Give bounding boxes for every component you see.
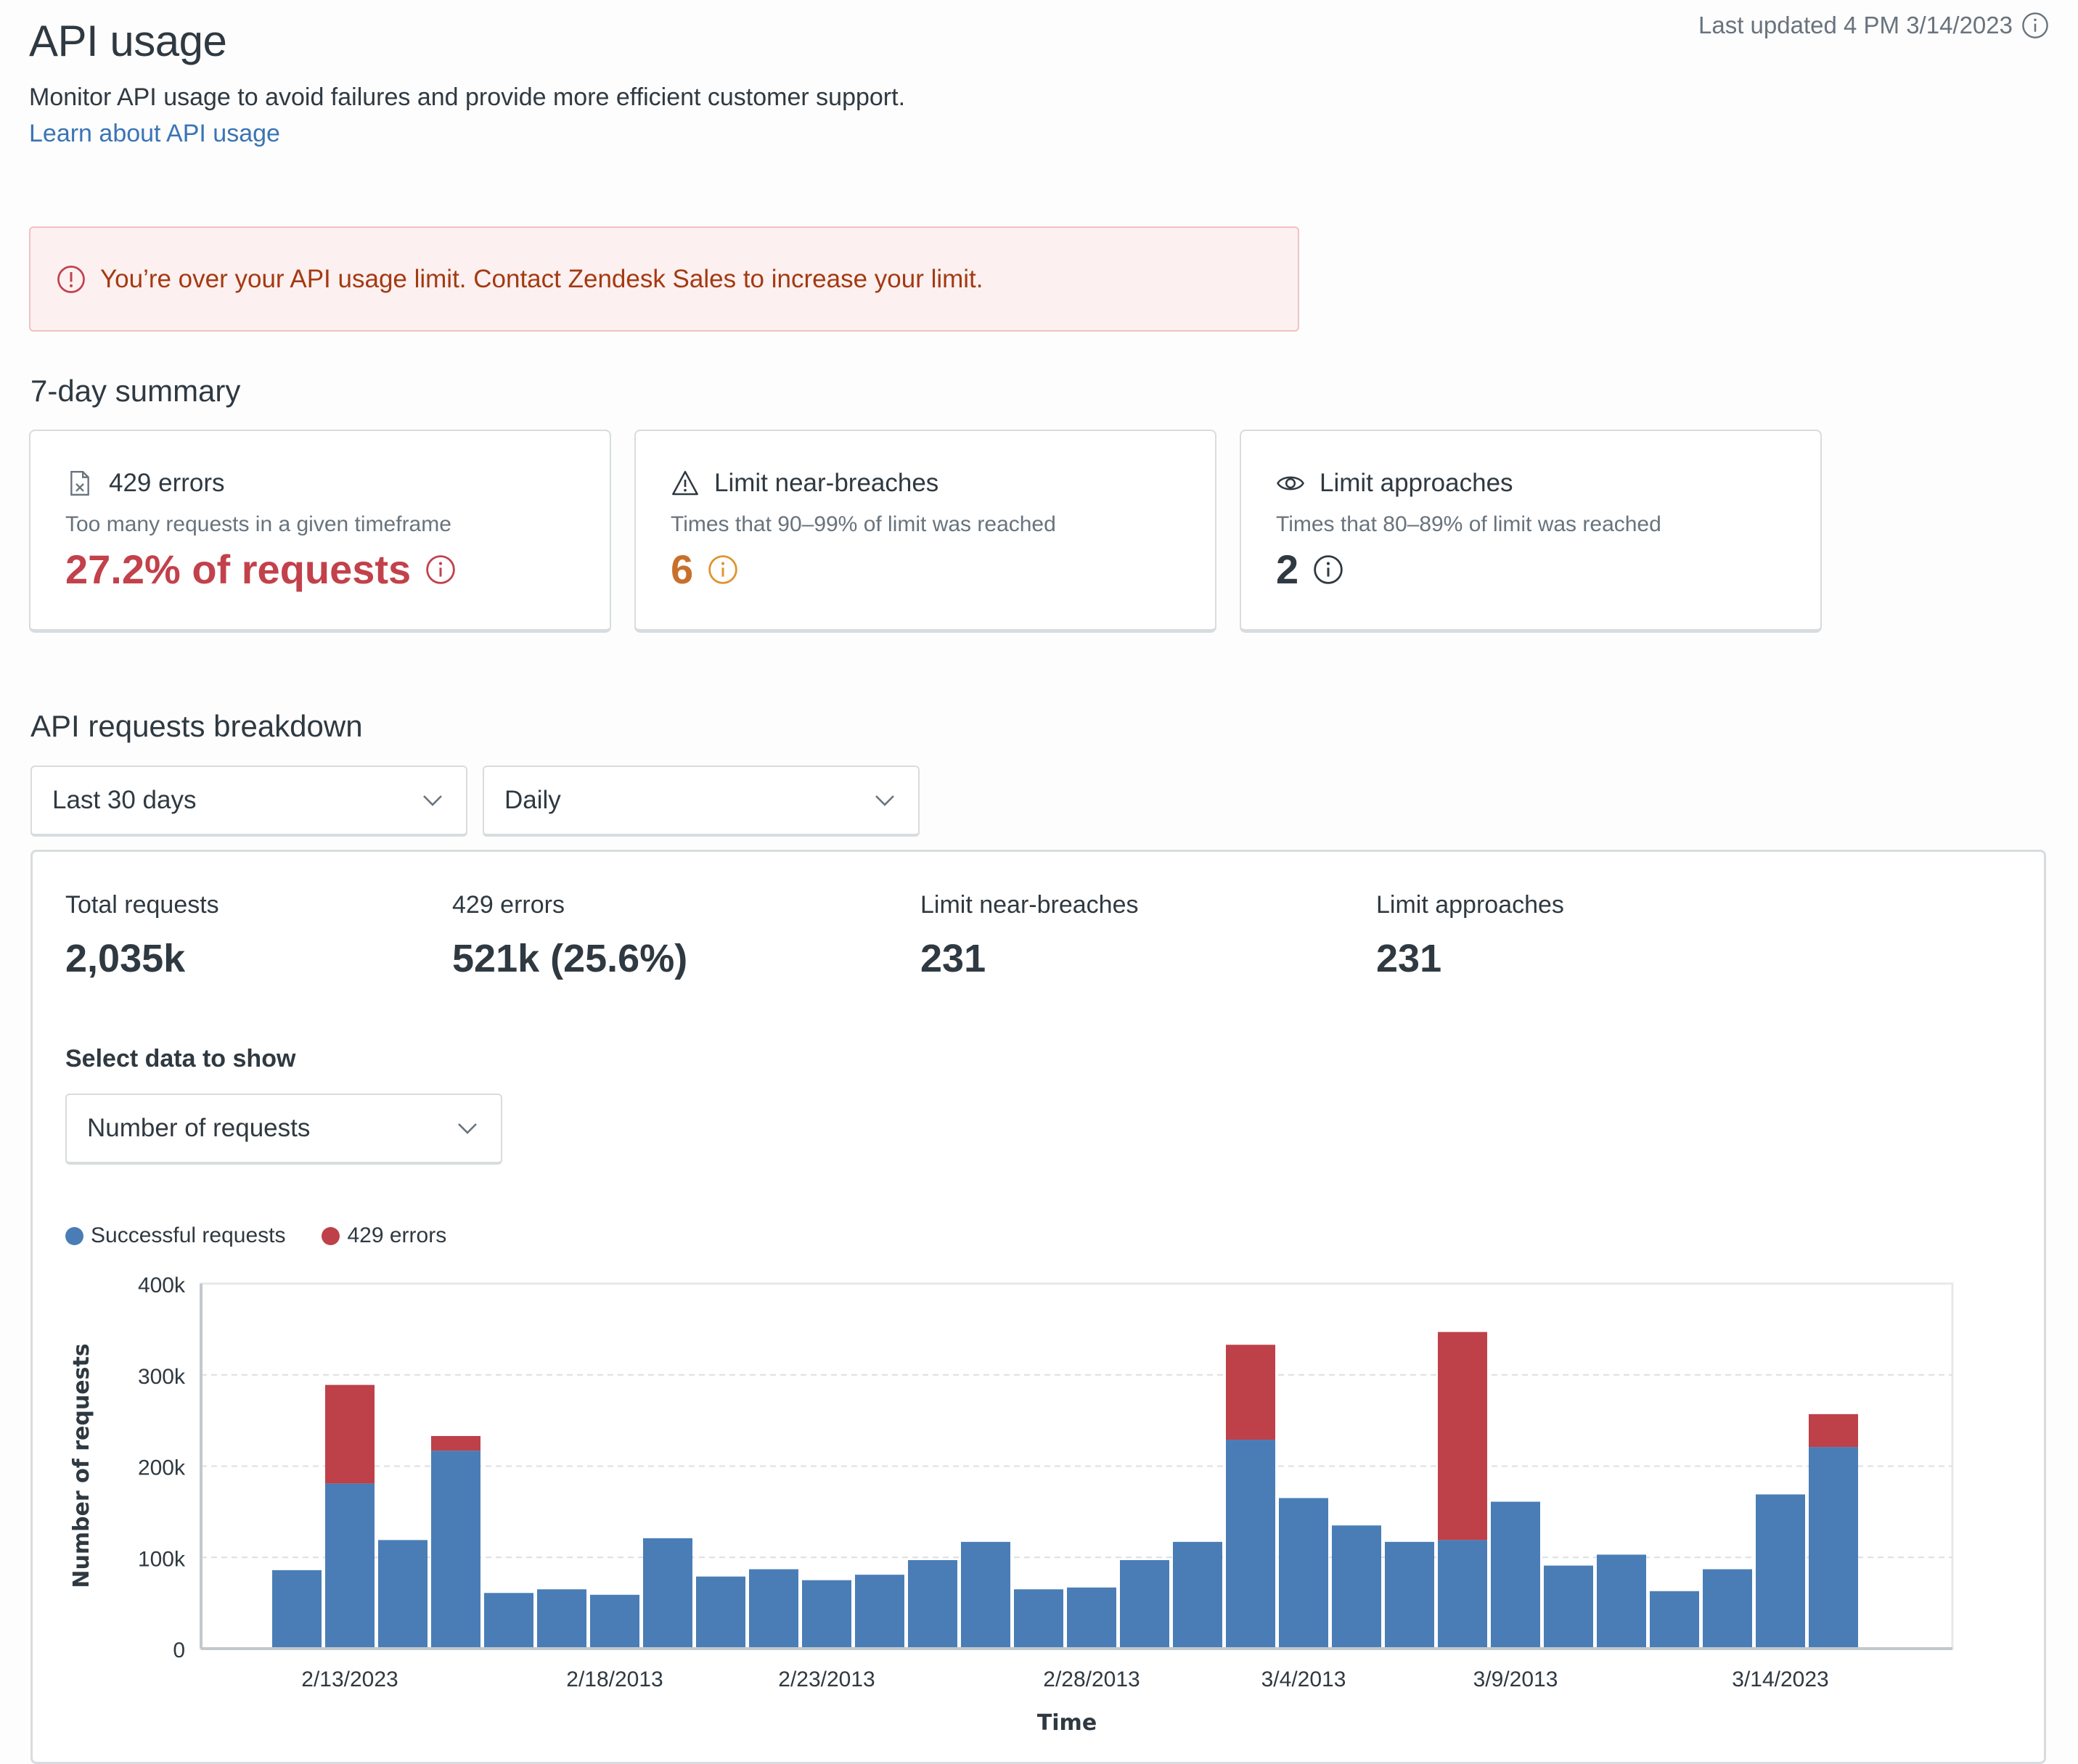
- bar-429-errors: [325, 1384, 375, 1484]
- x-axis-title: Time: [1037, 1710, 1097, 1736]
- bar-successful-requests: [1226, 1440, 1275, 1649]
- bar-successful-requests: [696, 1576, 745, 1649]
- bar-successful-requests: [1809, 1447, 1858, 1649]
- bar-successful-requests: [1438, 1540, 1487, 1649]
- bar-successful-requests: [855, 1575, 904, 1649]
- x-tick-label: 3/14/2023: [1732, 1667, 1828, 1691]
- bar-successful-requests: [1756, 1494, 1805, 1649]
- bar-successful-requests: [1650, 1591, 1699, 1649]
- y-tick-label: 100k: [138, 1547, 186, 1571]
- bar-429-errors: [1438, 1332, 1487, 1541]
- x-tick-label: 3/9/2013: [1473, 1667, 1558, 1691]
- bar-successful-requests: [749, 1569, 798, 1649]
- bar-successful-requests: [537, 1589, 586, 1649]
- bar-successful-requests: [802, 1580, 851, 1649]
- y-axis-title: Number of requests: [69, 1343, 94, 1588]
- bar-successful-requests: [961, 1541, 1010, 1649]
- x-tick-label: 2/28/2013: [1043, 1667, 1140, 1691]
- x-tick-label: 2/13/2023: [301, 1667, 398, 1691]
- bar-successful-requests: [1597, 1554, 1646, 1649]
- bar-successful-requests: [1014, 1589, 1063, 1649]
- bar-successful-requests: [1120, 1560, 1169, 1649]
- y-tick-label: 400k: [138, 1273, 186, 1297]
- bar-successful-requests: [1332, 1525, 1381, 1649]
- bar-successful-requests: [1279, 1498, 1328, 1649]
- y-tick-label: 200k: [138, 1456, 186, 1480]
- bar-successful-requests: [378, 1540, 428, 1649]
- bar-successful-requests: [1491, 1501, 1540, 1649]
- bar-successful-requests: [1703, 1569, 1752, 1649]
- bar-successful-requests: [1385, 1541, 1434, 1649]
- bar-successful-requests: [431, 1451, 480, 1649]
- bar-successful-requests: [1544, 1565, 1593, 1649]
- bar-successful-requests: [484, 1593, 533, 1649]
- bar-successful-requests: [643, 1538, 692, 1649]
- bar-429-errors: [431, 1436, 480, 1451]
- bar-successful-requests: [1067, 1587, 1116, 1649]
- bar-successful-requests: [272, 1570, 322, 1649]
- bar-successful-requests: [908, 1560, 957, 1649]
- bar-successful-requests: [590, 1594, 639, 1649]
- bar-successful-requests: [325, 1483, 375, 1649]
- x-tick-label: 3/4/2013: [1261, 1667, 1346, 1691]
- x-tick-label: 2/23/2013: [778, 1667, 875, 1691]
- y-tick-label: 0: [173, 1638, 185, 1662]
- bar-429-errors: [1226, 1345, 1275, 1440]
- x-tick-label: 2/18/2013: [566, 1667, 663, 1691]
- requests-bar-chart: 0 100k 200k 300k 400k 2/13/2023 2/18/2013 2/23/…: [69, 1273, 1954, 1736]
- bar-429-errors: [1809, 1414, 1858, 1448]
- y-tick-label: 300k: [138, 1365, 186, 1389]
- bar-successful-requests: [1173, 1541, 1222, 1649]
